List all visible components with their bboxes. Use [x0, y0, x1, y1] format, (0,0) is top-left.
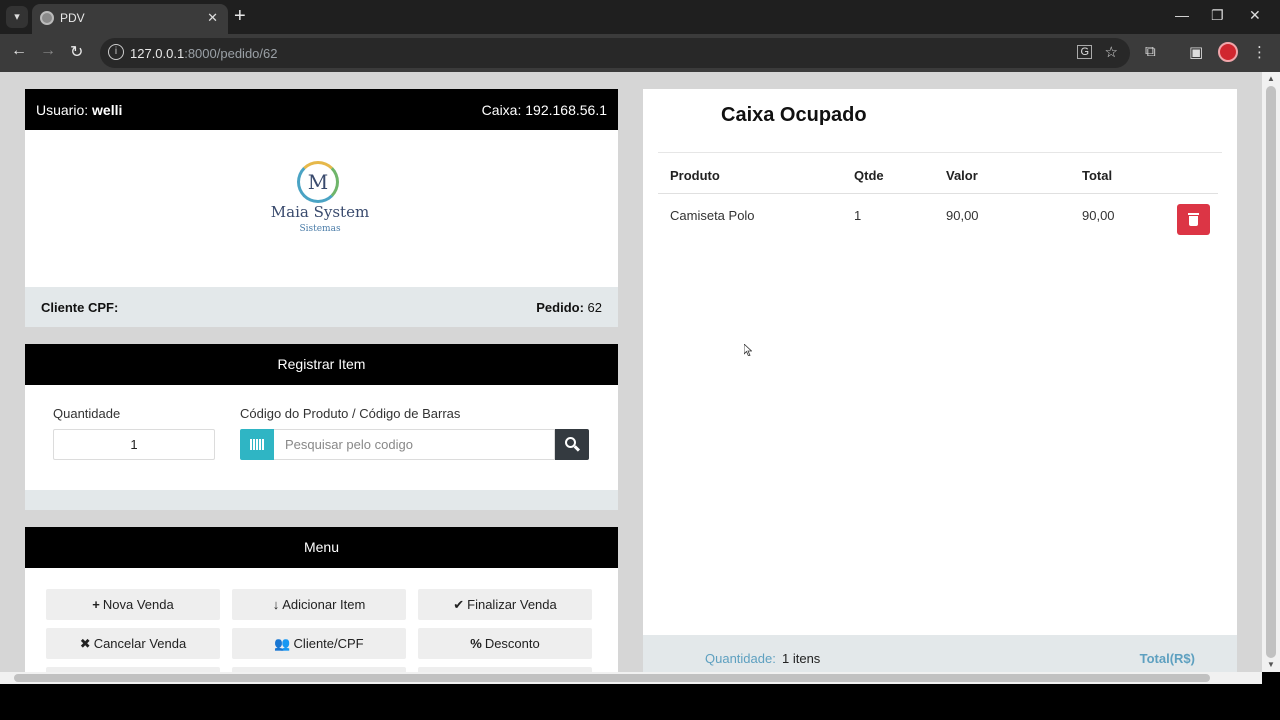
divider [658, 152, 1222, 153]
order-card: Caixa Ocupado Produto Qtde Valor Total C… [643, 89, 1237, 672]
tab-title: PDV [60, 11, 85, 25]
menu-title: Menu [25, 527, 618, 568]
x-icon: ✖ [79, 636, 91, 651]
users-icon: 👥 [274, 636, 291, 651]
cell-total: 90,00 [1082, 208, 1115, 223]
cell-valor: 90,00 [946, 208, 979, 223]
taskbar-area [0, 684, 1280, 720]
globe-icon [40, 11, 54, 25]
plus-icon: + [92, 597, 100, 612]
scrollbar-thumb[interactable] [1266, 86, 1276, 658]
cancelar-venda-button[interactable]: ✖ Cancelar Venda [46, 628, 220, 659]
divider [658, 193, 1218, 194]
bookmark-star-icon[interactable]: ☆ [1105, 43, 1118, 61]
adicionar-item-button[interactable]: ↓ Adicionar Item [232, 589, 406, 620]
new-tab-button[interactable]: + [234, 5, 246, 28]
user-card: Usuario: welli Caixa: 192.168.56.1 M Mai… [25, 89, 618, 327]
profile-avatar[interactable] [1218, 42, 1238, 62]
extensions-icon[interactable]: ⧉ [1145, 43, 1156, 60]
quantity-summary-value: 1 itens [782, 651, 821, 666]
register-item-footer [25, 490, 618, 510]
desconto-button[interactable]: % Desconto [418, 628, 592, 659]
total-label: Total(R$) [1139, 651, 1195, 666]
product-code-label: Código do Produto / Código de Barras [240, 406, 461, 421]
tab-close-icon[interactable]: ✕ [207, 10, 218, 26]
vertical-scrollbar[interactable]: ▲ ▼ [1262, 72, 1280, 672]
quantity-label: Quantidade [53, 406, 121, 421]
user-info: Usuario: welli [36, 102, 123, 118]
menu-card: Menu + Nova Venda ↓ Adicionar Item ✔ Finali… [25, 527, 618, 672]
column-header-produto: Produto [670, 168, 720, 183]
browser-tab-bar: ▾ PDV ✕ + — ❐ ✕ [0, 0, 1280, 34]
back-icon[interactable]: ← [11, 42, 27, 60]
close-window-button[interactable]: ✕ [1249, 7, 1261, 24]
finalizar-venda-button[interactable]: ✔ Finalizar Venda [418, 589, 592, 620]
side-panel-icon[interactable]: ▣ [1189, 43, 1203, 61]
page-viewport: Usuario: welli Caixa: 192.168.56.1 M Mai… [0, 72, 1262, 672]
register-item-card: Registrar Item Quantidade Código do Prod… [25, 344, 618, 510]
product-code-input[interactable]: Pesquisar pelo codigo [274, 429, 555, 460]
delete-item-button[interactable] [1177, 204, 1210, 235]
caixa-status-title: Caixa Ocupado [721, 104, 867, 126]
order-footer: Quantidade: 1 itens Total(R$) [643, 635, 1237, 672]
mouse-cursor-icon [744, 344, 752, 356]
register-item-title: Registrar Item [25, 344, 618, 385]
site-info-icon[interactable]: i [108, 44, 124, 60]
column-header-qtde: Qtde [854, 168, 884, 183]
column-header-valor: Valor [946, 168, 978, 183]
browser-tab[interactable]: PDV ✕ [32, 4, 228, 34]
user-header: Usuario: welli Caixa: 192.168.56.1 [25, 89, 618, 130]
scrollbar-thumb[interactable] [14, 674, 1210, 682]
minimize-button[interactable]: — [1175, 7, 1189, 23]
more-menu-icon[interactable]: ⋮ [1252, 43, 1267, 61]
search-button[interactable] [555, 429, 589, 460]
pedido-info: Pedido: 62 [536, 300, 602, 315]
logo-ring: M [297, 161, 339, 203]
translate-icon[interactable]: G [1077, 45, 1092, 59]
caixa-info: Caixa: 192.168.56.1 [481, 102, 607, 118]
quantity-input[interactable]: 1 [53, 429, 215, 460]
check-icon: ✔ [453, 597, 465, 612]
reload-icon[interactable]: ↻ [70, 42, 83, 62]
client-bar: Cliente CPF: Pedido: 62 [25, 287, 618, 327]
cell-qtde: 1 [854, 208, 862, 223]
tab-search-button[interactable]: ▾ [6, 6, 28, 28]
browser-toolbar: ← → ↻ i 127.0.0.1:8000/pedido/62 G ☆ ⧉ ▣… [0, 34, 1280, 72]
url-text: 127.0.0.1:8000/pedido/62 [130, 46, 278, 61]
barcode-button[interactable] [240, 429, 274, 460]
logo-subtitle: Sistemas [299, 224, 341, 234]
horizontal-scrollbar[interactable] [0, 672, 1262, 684]
address-bar[interactable]: i 127.0.0.1:8000/pedido/62 G ☆ [100, 38, 1130, 68]
restore-button[interactable]: ❐ [1211, 7, 1224, 24]
barcode-icon [250, 439, 264, 450]
trash-icon [1188, 213, 1199, 215]
forward-icon[interactable]: → [40, 42, 56, 60]
arrow-down-icon: ↓ [272, 597, 280, 612]
cell-produto: Camiseta Polo [670, 208, 755, 223]
cliente-cpf-button[interactable]: 👥 Cliente/CPF [232, 628, 406, 659]
nova-venda-button[interactable]: + Nova Venda [46, 589, 220, 620]
logo-name: Maia System [270, 203, 370, 221]
column-header-total: Total [1082, 168, 1113, 183]
percent-icon: % [470, 636, 482, 651]
quantity-summary-label: Quantidade: [705, 651, 776, 666]
maia-system-logo: M Maia System Sistemas [270, 161, 370, 239]
client-cpf-label: Cliente CPF: [41, 300, 119, 315]
